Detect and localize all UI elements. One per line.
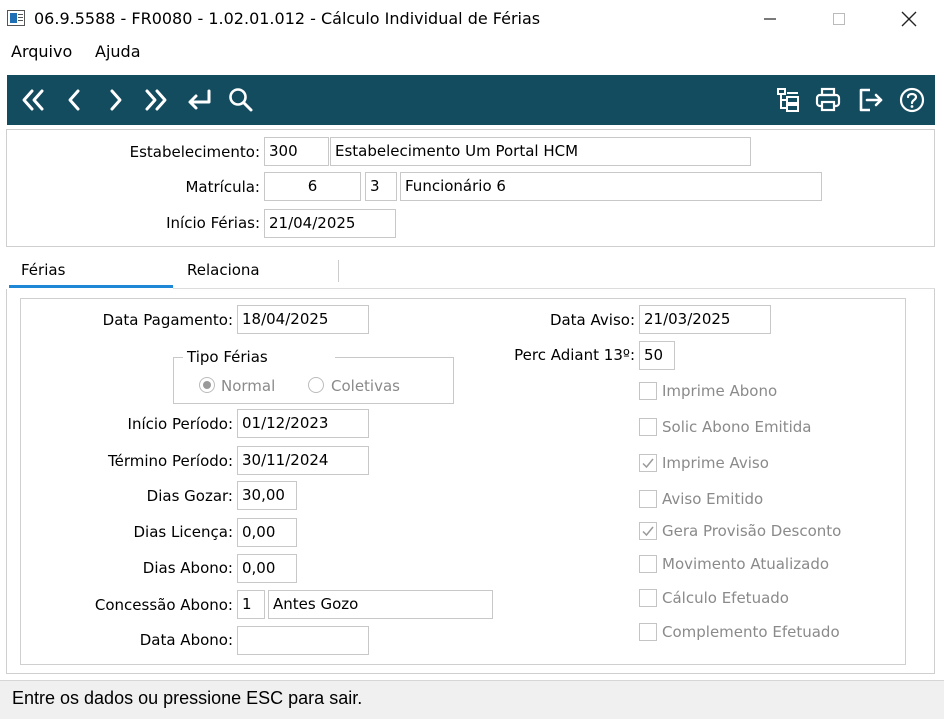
checkbox-label: Solic Abono Emitida [662,418,812,436]
maximize-button[interactable] [816,0,862,38]
checkmark-icon [642,526,654,537]
data-aviso-field[interactable]: 21/03/2025 [639,305,771,334]
minimize-icon [764,18,776,20]
inicio-ferias-label: Início Férias: [166,214,260,232]
help-icon[interactable] [895,83,929,117]
data-pagamento-label: Data Pagamento: [102,311,233,329]
checkbox-label: Complemento Efetuado [662,623,840,641]
checkbox[interactable] [639,623,657,641]
print-icon[interactable] [811,83,845,117]
checkbox-label: Aviso Emitido [662,490,764,508]
goto-record-icon[interactable] [182,83,216,117]
tab-ferias-label: Férias [21,261,66,279]
groupbox-border [335,357,454,358]
minimize-button[interactable] [747,0,793,38]
concessao-abono-label: Concessão Abono: [94,596,233,614]
menu-ajuda[interactable]: Ajuda [95,42,141,61]
dias-abono-label: Dias Abono: [142,559,233,577]
tree-view-icon[interactable] [771,83,805,117]
tab-relaciona[interactable]: Relaciona [187,261,260,279]
first-record-icon[interactable] [15,83,49,117]
estabelecimento-code-field[interactable]: 300 [264,137,329,166]
matricula-number-field[interactable]: 6 [264,172,361,201]
maximize-icon [833,13,845,25]
menu-bar [0,38,944,66]
checkmark-icon [642,458,654,469]
perc-adiant-field[interactable]: 50 [639,341,675,370]
data-abono-label: Data Abono: [139,631,233,649]
tab-active-indicator [9,285,173,288]
estabelecimento-label: Estabelecimento: [129,143,260,161]
app-icon [7,10,25,26]
tab-separator [338,260,339,282]
checkbox-label: Movimento Atualizado [662,555,830,573]
search-icon[interactable] [224,83,258,117]
perc-adiant-label: Perc Adiant 13º: [514,346,635,364]
checkbox-label: Imprime Abono [662,382,778,400]
next-record-icon[interactable] [99,83,133,117]
estabelecimento-name-field: Estabelecimento Um Portal HCM [330,137,751,166]
matricula-digit-field[interactable]: 3 [365,172,397,201]
dias-gozar-field[interactable]: 30,00 [237,481,297,510]
dias-gozar-label: Dias Gozar: [146,487,233,505]
radio-selected-dot [203,381,211,389]
matricula-name-field: Funcionário 6 [400,172,822,201]
previous-record-icon[interactable] [57,83,91,117]
toolbar [7,75,935,125]
inicio-periodo-field[interactable]: 01/12/2023 [237,409,369,438]
termino-periodo-label: Término Período: [108,452,233,470]
radio-coletivas[interactable] [308,377,324,393]
window-title: 06.9.5588 - FR0080 - 1.02.01.012 - Cálcu… [34,9,541,28]
checkbox[interactable] [639,490,657,508]
checkbox[interactable] [639,454,657,472]
last-record-icon[interactable] [140,83,174,117]
termino-periodo-field[interactable]: 30/11/2024 [237,446,369,475]
checkbox-label: Gera Provisão Desconto [662,522,842,540]
groupbox-border [173,357,183,358]
dias-abono-field[interactable]: 0,00 [237,554,297,583]
radio-coletivas-label: Coletivas [331,377,400,395]
inicio-periodo-label: Início Período: [127,415,233,433]
data-abono-field[interactable] [237,626,369,655]
menu-arquivo[interactable]: Arquivo [11,42,72,61]
data-pagamento-field[interactable]: 18/04/2025 [237,305,369,334]
checkbox[interactable] [639,382,657,400]
dias-licenca-field[interactable]: 0,00 [237,518,297,547]
concessao-abono-desc-field: Antes Gozo [268,590,493,619]
inicio-ferias-field[interactable]: 21/04/2025 [264,209,396,238]
radio-normal-label: Normal [221,377,276,395]
dias-licenca-label: Dias Licença: [133,523,234,541]
concessao-abono-code-field[interactable]: 1 [237,590,265,619]
close-icon [901,11,917,27]
radio-normal[interactable] [199,377,215,393]
checkbox-label: Cálculo Efetuado [662,589,789,607]
data-aviso-label: Data Aviso: [549,311,635,329]
checkbox[interactable] [639,555,657,573]
checkbox[interactable] [639,522,657,540]
checkbox[interactable] [639,418,657,436]
close-button[interactable] [886,0,932,38]
exit-icon[interactable] [854,83,888,117]
checkbox[interactable] [639,589,657,607]
checkbox-label: Imprime Aviso [662,454,769,472]
matricula-label: Matrícula: [185,178,260,196]
tipo-ferias-label: Tipo Férias [187,348,268,366]
status-message: Entre os dados ou pressione ESC para sai… [12,688,363,708]
